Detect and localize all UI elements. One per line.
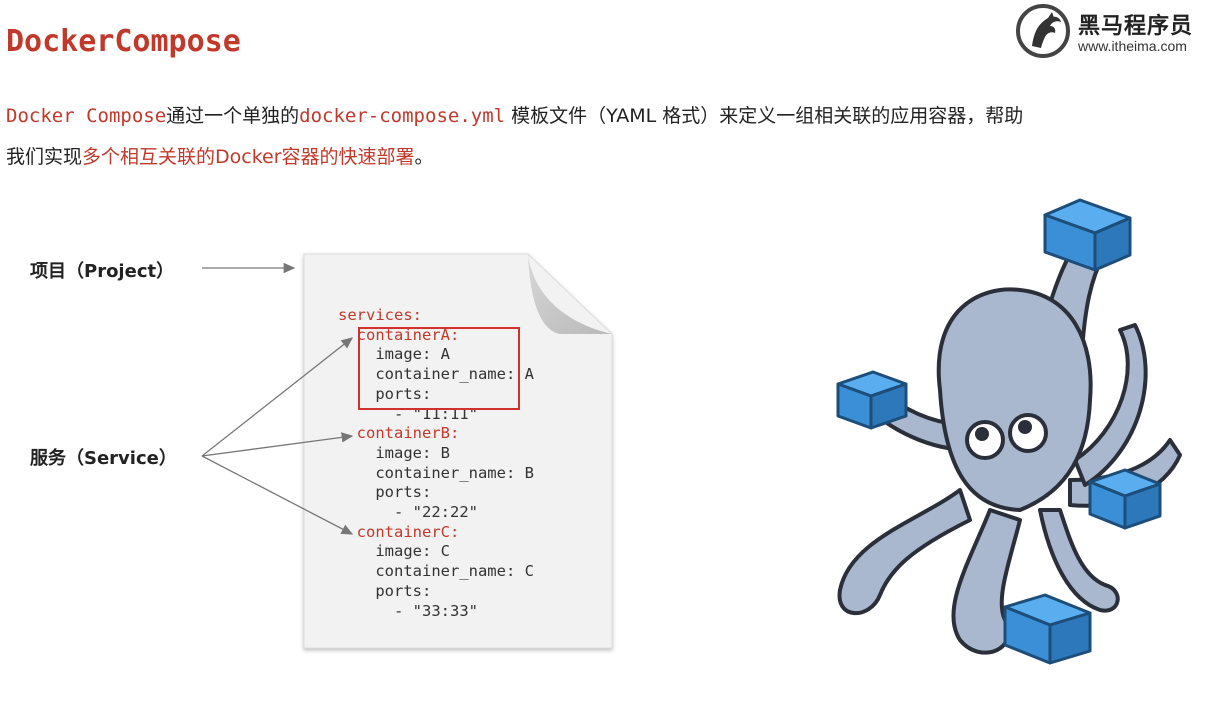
slide-title: DockerCompose bbox=[6, 24, 241, 59]
yaml-line: image: C bbox=[375, 542, 450, 561]
yaml-line: - "33:33" bbox=[394, 601, 478, 620]
service-label: 服务（Service） bbox=[30, 448, 177, 469]
itheima-logo: 黑马程序员 www.itheima.com bbox=[1014, 2, 1214, 60]
intro-line2-end: 。 bbox=[414, 146, 434, 168]
service-arrow-b bbox=[201, 432, 354, 457]
paper-fold bbox=[528, 254, 612, 334]
intro-text-a: 通过一个单独的 bbox=[166, 105, 300, 127]
intro-line2-text: 我们实现 bbox=[6, 146, 83, 168]
yaml-line: container_name: C bbox=[375, 562, 534, 581]
yaml-line: image: B bbox=[375, 443, 450, 462]
service-arrow-a bbox=[201, 337, 354, 457]
logo-name: 黑马程序员 bbox=[1078, 14, 1194, 39]
intro-paragraph: Docker Compose通过一个单独的docker-compose.yml … bbox=[6, 96, 1206, 178]
intro-text-b: 模板文件（YAML 格式）来定义一组相关联的应用容器，帮助 bbox=[505, 105, 1024, 127]
cube-bottom bbox=[1003, 593, 1092, 665]
yaml-line: ports: bbox=[375, 581, 432, 600]
intro-filename: docker-compose.yml bbox=[299, 105, 506, 127]
horse-logo-icon bbox=[1016, 4, 1070, 58]
yaml-line: - "22:22" bbox=[394, 503, 478, 522]
containerA-highlight-box bbox=[358, 327, 520, 410]
yaml-service-key: containerB: bbox=[356, 424, 460, 443]
docker-compose-octopus-icon bbox=[836, 198, 1182, 665]
cube-left bbox=[836, 370, 908, 430]
logo-url: www.itheima.com bbox=[1078, 38, 1187, 54]
project-label: 项目（Project） bbox=[30, 261, 175, 282]
yaml-service-key: containerC: bbox=[356, 522, 460, 541]
yaml-line: container_name: B bbox=[375, 463, 534, 482]
cube-top bbox=[1043, 198, 1132, 272]
yaml-line: ports: bbox=[375, 483, 432, 502]
intro-docker-compose: Docker Compose bbox=[6, 105, 167, 127]
service-arrow-c bbox=[201, 455, 354, 535]
intro-highlight: 多个相互关联的Docker容器的快速部署 bbox=[82, 146, 415, 168]
cube-right bbox=[1088, 468, 1162, 530]
services-key: services: bbox=[338, 306, 422, 324]
